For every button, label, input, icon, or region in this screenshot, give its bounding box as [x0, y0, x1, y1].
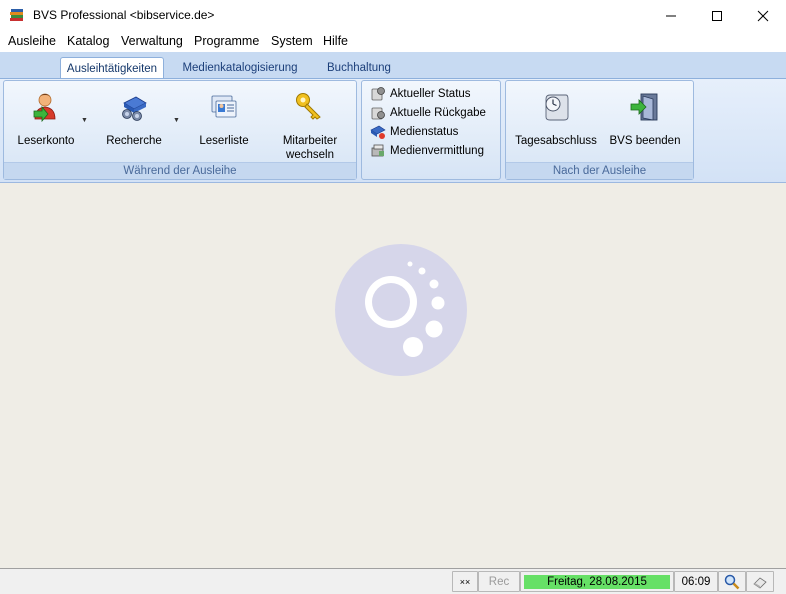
rec-indicator: Rec: [478, 571, 520, 592]
medienvermittlung-button[interactable]: Medienvermittlung: [370, 141, 484, 160]
minimize-button[interactable]: [648, 0, 694, 31]
medienvermittlung-label: Medienvermittlung: [390, 144, 484, 157]
workspace: [0, 183, 786, 568]
mitarbeiter-wechseln-button[interactable]: Mitarbeiter wechseln: [272, 91, 348, 162]
medienstatus-label: Medienstatus: [390, 125, 459, 138]
bvs-beenden-label: BVS beenden: [609, 135, 681, 147]
recherche-button[interactable]: Recherche: [98, 91, 170, 148]
title-bar: BVS Professional <bibservice.de>: [0, 0, 786, 31]
aktuelle-rueckgabe-label: Aktuelle Rückgabe: [390, 106, 486, 119]
tab-buchhaltung[interactable]: Buchhaltung: [318, 57, 400, 78]
aktuelle-rueckgabe-button[interactable]: Aktuelle Rückgabe: [370, 103, 486, 122]
leserkonto-label: Leserkonto: [17, 135, 75, 147]
date-display: Freitag, 28.08.2015: [524, 574, 670, 589]
minimize-icon: [666, 15, 676, 16]
aktueller-status-label: Aktueller Status: [390, 87, 471, 100]
eraser-icon: [753, 576, 767, 589]
window-title: BVS Professional <bibservice.de>: [33, 8, 215, 22]
media-transfer-icon: [371, 144, 384, 156]
tagesabschluss-label: Tagesabschluss: [515, 135, 597, 147]
maximize-button[interactable]: [694, 0, 740, 31]
maximize-icon: [712, 10, 722, 21]
mitarbeiter-label-line2: wechseln: [286, 149, 334, 161]
media-status-icon: [370, 125, 386, 139]
reader-list-icon: [211, 95, 237, 118]
ribbon-body: Leserkonto ▼ Recherche ▼ Leserliste Mita…: [0, 78, 786, 182]
time-display: 06:09: [674, 571, 718, 592]
menu-verwaltung[interactable]: Verwaltung: [121, 34, 183, 48]
group-nach-der-ausleihe: Tagesabschluss BVS beenden Nach der Ausl…: [505, 80, 694, 180]
user-account-icon: [33, 93, 56, 123]
menu-programme[interactable]: Programme: [194, 34, 259, 48]
return-icon: [371, 107, 385, 119]
menu-ausleihe[interactable]: Ausleihe: [8, 34, 56, 48]
menu-system[interactable]: System: [271, 34, 313, 48]
tagesabschluss-button[interactable]: Tagesabschluss: [512, 91, 600, 148]
mitarbeiter-wechseln-label: Mitarbeiter wechseln: [272, 134, 348, 162]
bvs-logo-watermark: [335, 244, 467, 376]
ribbon: Ausleihtätigkeiten Medienkatalogisierung…: [0, 52, 786, 183]
binoculars-icon: [122, 96, 147, 121]
mitarbeiter-label-line1: Mitarbeiter: [282, 135, 338, 147]
recherche-label: Recherche: [106, 135, 162, 147]
menu-katalog[interactable]: Katalog: [67, 34, 109, 48]
recherche-dropdown-icon[interactable]: ▼: [173, 117, 180, 124]
magnifier-icon: [724, 574, 740, 589]
leserkonto-dropdown-icon[interactable]: ▼: [81, 117, 88, 124]
exit-door-icon: [630, 93, 658, 121]
medienstatus-button[interactable]: Medienstatus: [370, 122, 458, 141]
close-button[interactable]: [740, 0, 786, 31]
menu-hilfe[interactable]: Hilfe: [323, 34, 348, 48]
date-panel: Freitag, 28.08.2015: [520, 571, 674, 592]
menu-bar: Ausleihe Katalog Verwaltung Programme Sy…: [0, 31, 786, 52]
group-caption-waehrend: Während der Ausleihe: [4, 162, 356, 179]
leserliste-label: Leserliste: [199, 135, 249, 147]
aktueller-status-button[interactable]: Aktueller Status: [370, 84, 471, 103]
tab-ausleihtaetigkeiten[interactable]: Ausleihtätigkeiten: [60, 57, 164, 80]
books-app-icon: [10, 9, 23, 21]
status-icon: [371, 86, 385, 100]
eraser-button[interactable]: [746, 571, 774, 592]
search-button[interactable]: [718, 571, 746, 592]
scroll-clock-icon: [545, 94, 569, 121]
status-bar: ×× Rec Freitag, 28.08.2015 06:09: [0, 568, 786, 594]
status-indicator: ××: [452, 571, 478, 592]
group-waehrend-der-ausleihe: Leserkonto ▼ Recherche ▼ Leserliste Mita…: [3, 80, 357, 180]
key-icon: [296, 93, 321, 120]
leserkonto-button[interactable]: Leserkonto: [10, 91, 82, 148]
group-status: Aktueller Status Aktuelle Rückgabe Medie…: [361, 80, 501, 180]
bvs-beenden-button[interactable]: BVS beenden: [602, 91, 688, 148]
leserliste-button[interactable]: Leserliste: [188, 91, 260, 148]
group-caption-nach: Nach der Ausleihe: [506, 162, 693, 179]
close-icon: [757, 10, 769, 21]
tab-medienkatalogisierung[interactable]: Medienkatalogisierung: [176, 57, 304, 78]
